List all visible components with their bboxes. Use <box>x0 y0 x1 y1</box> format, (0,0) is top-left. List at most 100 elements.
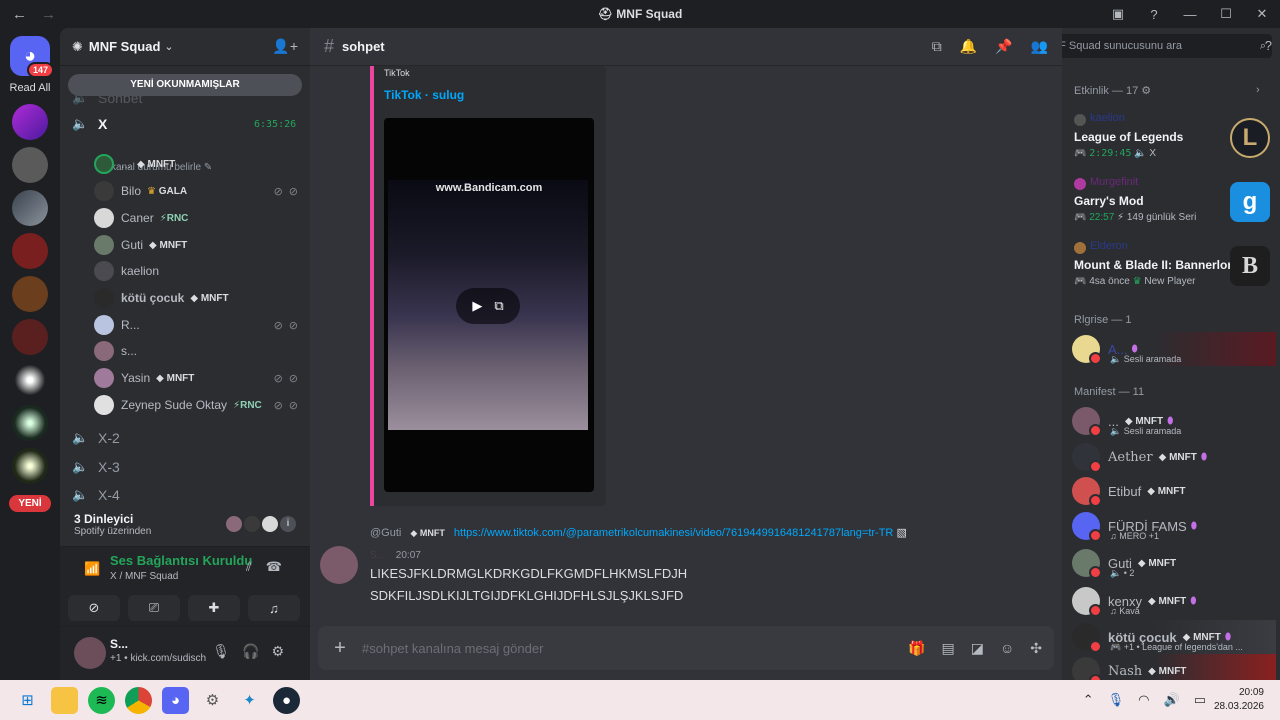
activity-card[interactable]: kaelion League of Legends 🎮 2:29:45 🔈 X … <box>1070 112 1274 172</box>
server-icon[interactable] <box>12 405 48 441</box>
voice-user[interactable]: Caner ⚡RNC <box>94 206 304 230</box>
member-row[interactable]: Guti ◆ MNFT 🔈 • 2 <box>1070 546 1276 580</box>
composer-placeholder[interactable]: #sohpet kanalına mesaj gönder <box>362 641 543 656</box>
member-row[interactable]: FÜRDİ FAMS ⬮ ♫ MERO +1 <box>1070 509 1276 543</box>
voice-user[interactable]: Zeynep Sude Oktay ⚡RNC ⊘⊘ <box>94 393 304 417</box>
minimize-button[interactable]: — <box>1172 7 1208 22</box>
steam-icon[interactable]: ● <box>273 686 300 714</box>
app-icon[interactable]: ✦ <box>236 687 263 714</box>
member-row[interactable]: Aether ◆ MNFT ⬮ <box>1070 440 1276 474</box>
member-row[interactable]: kenxy ◆ MNFT ⬮ ♫ Kava <box>1070 584 1276 618</box>
avatar[interactable] <box>320 546 358 584</box>
gift-icon[interactable]: 🎁 <box>908 640 925 657</box>
voice-user[interactable]: Yasin ◆ MNFT ⊘⊘ <box>94 366 304 390</box>
voice-user[interactable]: Guti ◆ MNFT <box>94 233 304 257</box>
battery-icon[interactable]: ▭ <box>1194 692 1206 708</box>
user-name[interactable]: S... <box>110 637 128 651</box>
member-row[interactable]: Etibuf ◆ MNFT <box>1070 474 1276 508</box>
reply-preview[interactable]: @Guti ◆ MNFT https://www.tiktok.com/@par… <box>370 526 907 539</box>
server-icon[interactable] <box>12 448 48 484</box>
chrome-icon[interactable] <box>125 686 152 714</box>
server-icon[interactable] <box>12 276 48 312</box>
server-header[interactable]: ✺ MNF Squad ⌄ 👤+ <box>60 28 310 66</box>
emoji-icon[interactable]: ☺ <box>1000 640 1014 657</box>
gif-icon[interactable]: ▤ <box>942 640 955 657</box>
reply-link[interactable]: https://www.tiktok.com/@parametrikolcuma… <box>454 527 893 539</box>
voice-user[interactable]: ... ◆ MNFT <box>94 152 304 176</box>
voice-channel-x2[interactable]: 🔈 X-2 <box>68 426 120 450</box>
message-text: SDKFILJSDLKIJLTGIJDFKLGHIJDFHLSJLŞJKLSJF… <box>370 588 684 603</box>
embed-title[interactable]: TikTok · sulug <box>384 88 464 102</box>
new-pill[interactable]: YENİ <box>9 495 51 512</box>
activities-icon[interactable]: ✚ <box>188 595 240 621</box>
server-icon[interactable] <box>12 319 48 355</box>
bell-icon[interactable]: 🔔 <box>960 38 977 55</box>
voice-user[interactable]: kaelion <box>94 259 304 283</box>
voice-user[interactable]: R... ⊘⊘ <box>94 313 304 337</box>
read-all-button[interactable]: Read All <box>10 82 51 94</box>
invite-icon[interactable]: 👤+ <box>272 38 298 55</box>
wifi-icon[interactable]: ◠ <box>1138 692 1149 708</box>
apps-icon[interactable]: ✣ <box>1030 640 1042 657</box>
home-button[interactable]: ◕ 147 <box>10 36 54 78</box>
voice-channel-x3[interactable]: 🔈 X-3 <box>68 455 120 479</box>
open-external-icon[interactable]: ⧉ <box>494 298 503 314</box>
back-arrow-icon[interactable]: ← <box>12 6 27 23</box>
inbox-icon[interactable]: ▣ <box>1100 6 1136 22</box>
server-search-input[interactable]: MNF Squad sunucusunu ara ⌕ <box>1062 34 1272 58</box>
avatar[interactable] <box>74 637 106 669</box>
activity-header[interactable]: Etkinlik — 17 ⚙ <box>1074 84 1151 97</box>
voice-channel-x[interactable]: 🔈 X 6:35:26 <box>68 112 296 136</box>
volume-icon[interactable]: 🔊 <box>1164 692 1180 708</box>
voice-user[interactable]: s... <box>94 339 304 363</box>
noise-disconnect-icons[interactable]: ⫽☎ <box>246 559 296 575</box>
maximize-button[interactable]: ☐ <box>1208 6 1244 22</box>
help-icon[interactable]: ? <box>1265 38 1272 53</box>
spotify-icon[interactable]: ≋ <box>88 686 115 714</box>
server-icon[interactable] <box>12 190 48 226</box>
video-player[interactable]: www.Bandicam.com ▶ ⧉ <box>384 118 594 492</box>
info-icon[interactable]: i <box>280 516 296 532</box>
chevron-right-icon[interactable]: › <box>1256 84 1260 96</box>
threads-icon[interactable]: ⧉ <box>932 38 942 55</box>
server-icon[interactable] <box>12 104 48 140</box>
pin-icon[interactable]: 📌 <box>995 38 1012 55</box>
mic-icon[interactable]: 🎙 <box>1108 692 1125 708</box>
server-icon[interactable] <box>12 362 48 398</box>
forward-arrow-icon[interactable]: → <box>41 6 56 23</box>
attach-plus-icon[interactable]: + <box>318 637 362 660</box>
discord-taskbar-icon[interactable]: ◕ <box>162 686 189 714</box>
member-row[interactable]: Nash ◆ MNFT <box>1070 654 1276 680</box>
member-row[interactable]: kötü çocuk ◆ MNFT ⬮ 🎮 +1 • League of legend… <box>1070 620 1276 654</box>
soundboard-icon[interactable]: ♫ <box>248 595 300 621</box>
windows-start-icon[interactable]: ⊞ <box>14 687 41 714</box>
members-icon[interactable]: 👥 <box>1031 38 1048 55</box>
server-icon[interactable] <box>12 233 48 269</box>
help-icon[interactable]: ? <box>1136 7 1172 22</box>
chevron-up-icon[interactable]: ⌃ <box>1083 692 1094 708</box>
member-sub: 🔈 • 2 <box>1110 568 1135 578</box>
play-icon[interactable]: ▶ <box>472 298 482 314</box>
member-row[interactable]: A... ⬮ 🔈 Sesli aramada <box>1070 332 1276 366</box>
app-icon[interactable]: ⚙ <box>199 687 226 714</box>
message-author[interactable]: S... <box>370 550 385 561</box>
mic-headset-settings-icons[interactable]: 🎙🎧⚙ <box>212 643 296 660</box>
screen-share-icon[interactable]: ⎚ <box>128 595 180 621</box>
clock[interactable]: 20:09 28.03.2026 <box>1214 686 1264 714</box>
play-controls[interactable]: ▶ ⧉ <box>456 288 520 324</box>
voice-user[interactable]: Bilo ♛ GALA ⊘⊘ <box>94 179 304 203</box>
server-icon[interactable] <box>12 147 48 183</box>
camera-off-icon[interactable]: ⊘ <box>68 595 120 621</box>
new-unread-banner[interactable]: YENİ OKUNMAMIŞLAR <box>68 74 302 96</box>
file-explorer-icon[interactable] <box>51 686 78 714</box>
activity-card[interactable]: Murgefinit Garry's Mod 🎮 22:57 ⚡ 149 gün… <box>1070 176 1274 236</box>
voice-location[interactable]: X / MNF Squad <box>110 571 178 582</box>
voice-connected-text[interactable]: Ses Bağlantısı Kuruldu <box>110 553 252 568</box>
activity-card[interactable]: Elderon Mount & Blade II: Bannerlord 🎮 4… <box>1070 240 1274 300</box>
message-composer[interactable]: + #sohpet kanalına mesaj gönder 🎁 ▤ ◪ ☺ … <box>318 626 1054 670</box>
voice-user[interactable]: kötü çocuk ◆ MNFT <box>94 286 304 310</box>
sticker-icon[interactable]: ◪ <box>971 640 984 657</box>
close-button[interactable]: ✕ <box>1244 6 1280 22</box>
member-row[interactable]: ... ◆ MNFT ⬮ 🔈 Sesli aramada <box>1070 404 1276 438</box>
chat-area: # sohpet ⧉ 🔔 📌 👥 TikTok TikTok · sulug w… <box>310 28 1062 680</box>
